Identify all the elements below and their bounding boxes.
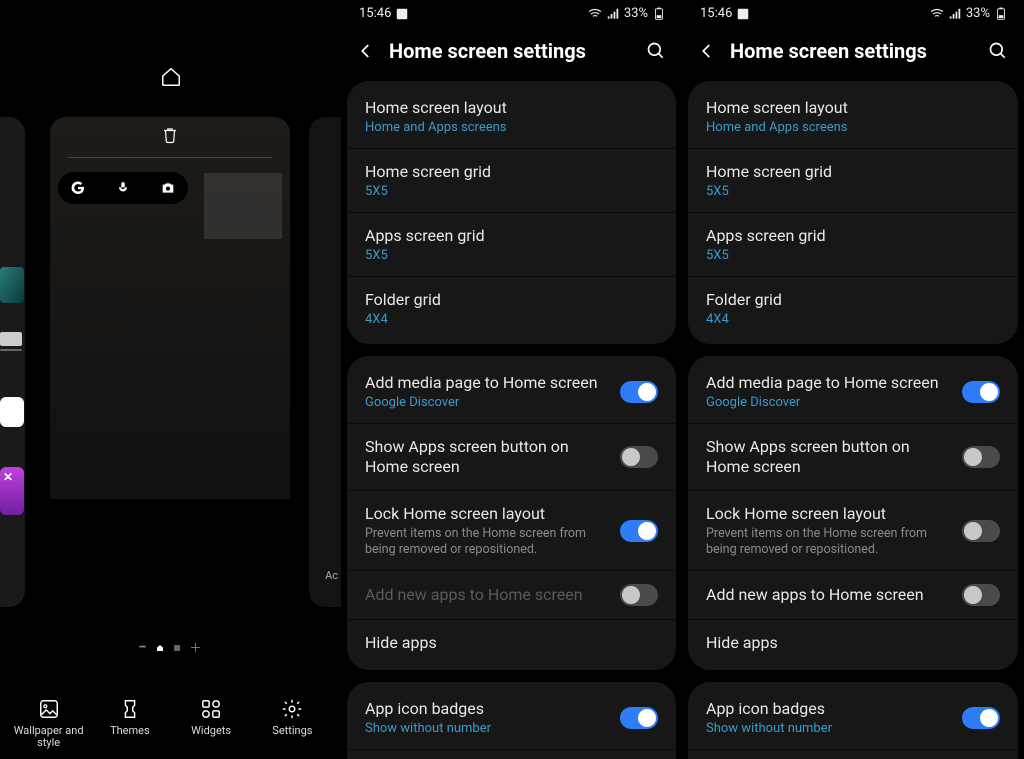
- battery-icon: [994, 7, 1008, 21]
- wifi-icon: [930, 7, 944, 21]
- header: Home screen settings: [682, 25, 1024, 81]
- page-title: Home screen settings: [389, 39, 632, 63]
- row-swipe-down[interactable]: Swipe down for notification panel: [347, 749, 676, 759]
- gear-icon: [281, 698, 303, 720]
- divider: [68, 157, 272, 158]
- prev-page-peek[interactable]: ✕: [0, 117, 25, 607]
- row-badges[interactable]: App icon badgesShow without number: [688, 686, 1018, 749]
- row-home-layout[interactable]: Home screen layoutHome and Apps screens: [688, 85, 1018, 148]
- toggle: [620, 584, 658, 606]
- label: Settings: [272, 725, 312, 737]
- widgets-button[interactable]: Widgets: [175, 698, 247, 749]
- dash-icon: ━: [139, 642, 145, 653]
- settings-button[interactable]: Settings: [256, 698, 328, 749]
- row-home-grid[interactable]: Home screen grid5X5: [688, 148, 1018, 212]
- wallpaper-icon: [38, 698, 60, 720]
- status-time: 15:46: [700, 6, 732, 21]
- toggle[interactable]: [620, 446, 658, 468]
- trash-icon[interactable]: [161, 125, 179, 145]
- toggle[interactable]: [962, 707, 1000, 729]
- section-badges: App icon badgesShow without number Swipe…: [688, 682, 1018, 759]
- widget-placeholder[interactable]: [204, 173, 282, 239]
- image-icon: [395, 7, 409, 21]
- thumbnail: [0, 349, 22, 351]
- row-badges[interactable]: App icon badgesShow without number: [347, 686, 676, 749]
- header: Home screen settings: [341, 25, 682, 81]
- home-editor-panel: ✕ Ac ━ ＋ Wallpaper and style Themes: [0, 0, 341, 759]
- signal-icon: [606, 7, 620, 21]
- toggle[interactable]: [962, 381, 1000, 403]
- row-media-page[interactable]: Add media page to Home screenGoogle Disc…: [688, 360, 1018, 423]
- row-hide-apps[interactable]: Hide apps: [347, 619, 676, 666]
- page-title: Home screen settings: [730, 39, 974, 63]
- section-badges: App icon badgesShow without number Swipe…: [347, 682, 676, 759]
- row-apps-button[interactable]: Show Apps screen button on Home screen: [347, 423, 676, 490]
- page-dot: [174, 645, 180, 651]
- label: Wallpaper and style: [13, 725, 85, 749]
- thumbnail: [0, 397, 24, 427]
- row-apps-grid[interactable]: Apps screen grid5X5: [347, 212, 676, 276]
- wallpaper-button[interactable]: Wallpaper and style: [13, 698, 85, 749]
- home-outline-icon: [160, 66, 182, 88]
- row-hide-apps[interactable]: Hide apps: [688, 619, 1018, 666]
- mic-icon: [116, 181, 130, 195]
- toggle[interactable]: [962, 584, 1000, 606]
- row-folder-grid[interactable]: Folder grid4X4: [688, 276, 1018, 340]
- battery-icon: [652, 7, 666, 21]
- home-dot-icon: [156, 644, 164, 652]
- toggle[interactable]: [620, 520, 658, 542]
- status-time: 15:46: [359, 6, 391, 21]
- widgets-icon: [200, 698, 222, 720]
- page-indicator: ━ ＋: [0, 639, 341, 656]
- row-folder-grid[interactable]: Folder grid4X4: [347, 276, 676, 340]
- themes-icon: [119, 698, 141, 720]
- back-icon[interactable]: [357, 42, 375, 60]
- camera-icon: [160, 180, 176, 196]
- section-options: Add media page to Home screenGoogle Disc…: [347, 356, 676, 670]
- settings-panel-locked: 15:46 33% Home screen settings Home scre…: [341, 0, 682, 759]
- google-icon: [70, 180, 86, 196]
- battery-pct: 33%: [624, 6, 648, 21]
- section-layout: Home screen layoutHome and Apps screens …: [347, 81, 676, 344]
- toggle[interactable]: [962, 520, 1000, 542]
- add-page-icon[interactable]: ＋: [190, 639, 202, 656]
- settings-panel-unlocked: 15:46 33% Home screen settings Home scre…: [682, 0, 1024, 759]
- row-swipe-down[interactable]: Swipe down for notification panel: [688, 749, 1018, 759]
- current-page-card[interactable]: [50, 117, 290, 607]
- wifi-icon: [588, 7, 602, 21]
- search-icon[interactable]: [988, 41, 1008, 61]
- editor-bottom-bar: Wallpaper and style Themes Widgets Setti…: [0, 698, 341, 749]
- status-bar: 15:46 33%: [341, 0, 682, 25]
- label: Widgets: [191, 725, 231, 737]
- row-add-new-apps[interactable]: Add new apps to Home screen: [688, 570, 1018, 619]
- status-bar: 15:46 33%: [682, 0, 1024, 25]
- section-options: Add media page to Home screenGoogle Disc…: [688, 356, 1018, 670]
- themes-button[interactable]: Themes: [94, 698, 166, 749]
- google-search-widget[interactable]: [58, 172, 188, 204]
- signal-icon: [948, 7, 962, 21]
- toggle[interactable]: [620, 381, 658, 403]
- close-icon: ✕: [3, 470, 13, 484]
- row-apps-grid[interactable]: Apps screen grid5X5: [688, 212, 1018, 276]
- next-page-peek[interactable]: Ac: [309, 117, 341, 607]
- thumbnail: [0, 267, 24, 303]
- row-home-grid[interactable]: Home screen grid5X5: [347, 148, 676, 212]
- back-icon[interactable]: [698, 42, 716, 60]
- thumbnail: [0, 332, 22, 346]
- toggle[interactable]: [962, 446, 1000, 468]
- section-layout: Home screen layoutHome and Apps screens …: [688, 81, 1018, 344]
- row-lock-layout[interactable]: Lock Home screen layoutPrevent items on …: [688, 490, 1018, 570]
- row-lock-layout[interactable]: Lock Home screen layoutPrevent items on …: [347, 490, 676, 570]
- label: Themes: [110, 725, 150, 737]
- toggle[interactable]: [620, 707, 658, 729]
- image-icon: [736, 7, 750, 21]
- battery-pct: 33%: [966, 6, 990, 21]
- search-icon[interactable]: [646, 41, 666, 61]
- row-apps-button[interactable]: Show Apps screen button on Home screen: [688, 423, 1018, 490]
- row-media-page[interactable]: Add media page to Home screenGoogle Disc…: [347, 360, 676, 423]
- row-home-layout[interactable]: Home screen layoutHome and Apps screens: [347, 85, 676, 148]
- row-add-new-apps: Add new apps to Home screen: [347, 570, 676, 619]
- peek-label: Ac: [325, 569, 338, 582]
